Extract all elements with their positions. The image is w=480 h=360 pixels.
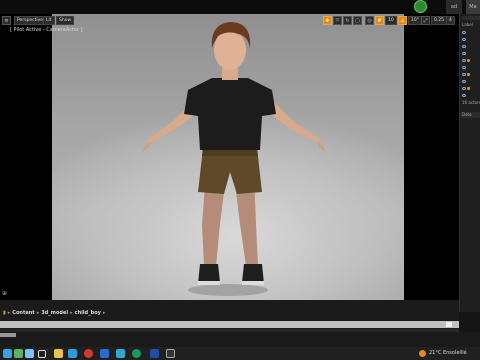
select-mode-icon[interactable]: ✥ xyxy=(323,16,332,25)
outliner-header: Label xyxy=(462,22,473,27)
store-icon[interactable] xyxy=(68,349,77,358)
character-model xyxy=(142,22,326,296)
outliner-panel: Label 16 actors Deta xyxy=(459,14,480,312)
visibility-icon[interactable] xyxy=(462,31,466,34)
unreal-engine-icon[interactable] xyxy=(166,349,175,358)
outliner-search[interactable] xyxy=(462,16,480,20)
viewport-scene[interactable] xyxy=(52,14,404,300)
actor-icon xyxy=(467,73,470,76)
camera-speed[interactable]: 4 xyxy=(446,16,455,25)
axis-gizmo-icon: ⊕ xyxy=(2,290,8,297)
visibility-icon[interactable] xyxy=(462,59,466,62)
weather-temp: 21°C xyxy=(429,350,442,356)
lit-button[interactable]: Lit xyxy=(43,16,55,25)
app-icon-3[interactable] xyxy=(100,349,109,358)
snap-value[interactable]: 10 xyxy=(385,16,397,25)
actor-count: 16 actors xyxy=(462,100,480,105)
chevron-right-icon: ▸ xyxy=(70,310,73,316)
angle-value[interactable]: 10° xyxy=(408,16,422,25)
actor-icon xyxy=(467,59,470,62)
outliner-row[interactable] xyxy=(462,72,480,78)
outliner-row[interactable] xyxy=(462,58,480,64)
top-button-a[interactable]: ad xyxy=(446,0,462,14)
outliner-row[interactable] xyxy=(462,44,480,50)
visibility-icon[interactable] xyxy=(462,45,466,48)
search-icon[interactable] xyxy=(38,350,46,358)
pilot-active-label: [ Pilot Active - CameraActor ] xyxy=(10,27,83,33)
details-tab[interactable]: Deta xyxy=(462,112,480,118)
content-browser-bar: ▮ ▸ Content ▸ 3d_model ▸ child_boy ▸ xyxy=(0,300,459,332)
chevron-right-icon: ▸ xyxy=(102,310,106,316)
folder-icon: ▮ xyxy=(3,310,6,316)
breadcrumb-3d-model[interactable]: 3d_model xyxy=(41,310,68,316)
visibility-icon[interactable] xyxy=(462,87,466,90)
visibility-icon[interactable] xyxy=(462,94,466,97)
file-explorer-icon[interactable] xyxy=(54,349,63,358)
outliner-row[interactable] xyxy=(462,37,480,43)
progress-bar xyxy=(0,333,16,337)
scale-value[interactable]: 0.25 xyxy=(431,16,448,25)
app-icon-2[interactable] xyxy=(25,349,34,358)
world-icon[interactable]: ◎ xyxy=(365,16,374,25)
sun-icon xyxy=(419,350,426,357)
rotate-icon[interactable]: ↻ xyxy=(343,16,352,25)
top-button-b[interactable]: Ma xyxy=(466,0,480,14)
visibility-icon[interactable] xyxy=(462,66,466,69)
editor-top-bar: ad Ma xyxy=(0,0,480,14)
opera-icon[interactable] xyxy=(84,349,93,358)
outliner-row[interactable] xyxy=(462,79,480,85)
level-viewport[interactable]: ≡ Perspective Lit Show ✥ ⤧ ↻ ▢ ◎ # 10 ∠ … xyxy=(0,14,459,300)
actor-icon xyxy=(467,87,470,90)
app-icon-1[interactable] xyxy=(14,349,23,358)
angle-snap-icon[interactable]: ∠ xyxy=(398,16,407,25)
move-icon[interactable]: ⤧ xyxy=(333,16,342,25)
outliner-row[interactable] xyxy=(462,30,480,36)
chevron-right-icon: ▸ xyxy=(7,310,11,316)
perspective-label: Perspective xyxy=(17,18,44,23)
start-icon[interactable] xyxy=(3,349,12,358)
chevron-right-icon: ▸ xyxy=(36,310,40,316)
outliner-row[interactable] xyxy=(462,65,480,71)
perspective-button[interactable]: Perspective xyxy=(14,16,47,25)
weather-widget[interactable]: 21°C Ensoleillé xyxy=(429,347,467,360)
visibility-icon[interactable] xyxy=(462,38,466,41)
menu-icon[interactable]: ≡ xyxy=(2,16,11,25)
chrome-icon[interactable] xyxy=(132,349,141,358)
scrollbar-thumb[interactable] xyxy=(446,322,452,327)
viewport-toolbar: ≡ Perspective Lit Show ✥ ⤧ ↻ ▢ ◎ # 10 ∠ … xyxy=(0,14,459,27)
outliner-row[interactable] xyxy=(462,93,480,99)
visibility-icon[interactable] xyxy=(462,73,466,76)
windows-taskbar: 21°C Ensoleillé xyxy=(0,347,480,360)
app-icon-4[interactable] xyxy=(116,349,125,358)
breadcrumb-content[interactable]: Content xyxy=(12,310,34,316)
lit-label: Lit xyxy=(46,18,52,23)
show-button[interactable]: Show xyxy=(56,16,75,25)
photoshop-icon[interactable] xyxy=(150,349,159,358)
visibility-icon[interactable] xyxy=(462,52,466,55)
show-label: Show xyxy=(59,18,72,23)
outliner-row[interactable] xyxy=(462,51,480,57)
breadcrumb: ▮ ▸ Content ▸ 3d_model ▸ child_boy ▸ xyxy=(3,308,105,318)
play-icon[interactable] xyxy=(414,0,427,13)
scale-icon[interactable]: ▢ xyxy=(353,16,362,25)
breadcrumb-child-boy[interactable]: child_boy xyxy=(75,310,101,316)
visibility-icon[interactable] xyxy=(462,80,466,83)
weather-text: Ensoleillé xyxy=(442,350,467,356)
bottom-panel xyxy=(0,332,480,347)
scale-snap-icon[interactable]: ⤢ xyxy=(421,16,430,25)
outliner-row[interactable] xyxy=(462,86,480,92)
grid-snap-icon[interactable]: # xyxy=(375,16,384,25)
content-scrollbar-track[interactable] xyxy=(0,321,459,328)
